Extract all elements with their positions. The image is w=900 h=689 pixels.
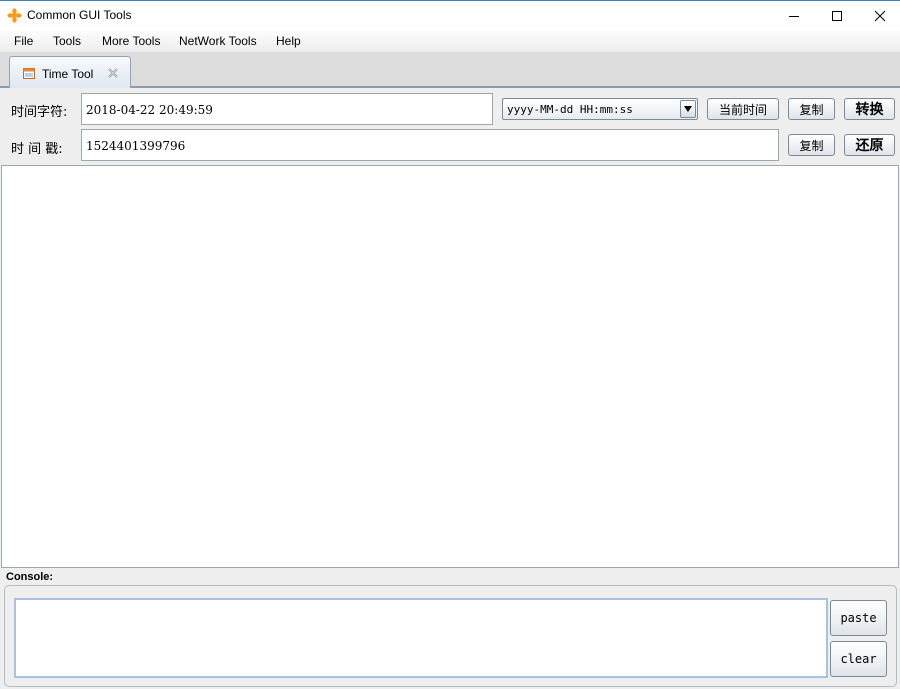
close-button[interactable] — [858, 1, 900, 31]
title-bar: Common GUI Tools — [0, 1, 900, 31]
window-title: Common GUI Tools — [27, 8, 132, 22]
menu-network-tools[interactable]: NetWork Tools — [179, 34, 257, 48]
output-text-area[interactable] — [1, 165, 899, 568]
tab-label: Time Tool — [42, 67, 94, 81]
restore-button[interactable]: 还原 — [844, 134, 895, 156]
maximize-button[interactable] — [815, 1, 859, 31]
app-window: Common GUI Tools File Tools More Tools N… — [0, 0, 900, 689]
console-label: Console: — [6, 571, 54, 583]
convert-button[interactable]: 转换 — [844, 98, 895, 120]
format-select[interactable]: yyyy-MM-dd HH:mm:ss — [502, 98, 698, 120]
calendar-icon — [23, 68, 35, 79]
copy-time-string-button[interactable]: 复制 — [788, 98, 835, 120]
orange-asterisk-icon — [7, 8, 22, 23]
copy-timestamp-button[interactable]: 复制 — [788, 134, 835, 156]
time-string-input[interactable]: 2018-04-22 20:49:59 — [81, 93, 493, 125]
clear-button[interactable]: clear — [830, 641, 887, 677]
tab-strip: Time Tool — [0, 52, 900, 88]
menu-tools[interactable]: Tools — [53, 34, 81, 48]
maximize-icon — [832, 11, 842, 21]
minimize-icon — [789, 16, 799, 17]
timestamp-input[interactable]: 1524401399796 — [81, 129, 779, 161]
close-icon — [874, 10, 886, 22]
tab-close-icon[interactable] — [106, 66, 120, 80]
menu-file[interactable]: File — [14, 34, 33, 48]
menu-bar: File Tools More Tools NetWork Tools Help — [0, 31, 900, 52]
menu-more-tools[interactable]: More Tools — [102, 34, 160, 48]
tab-time-tool[interactable]: Time Tool — [9, 56, 131, 88]
console-text-area[interactable] — [14, 598, 828, 678]
chevron-down-icon — [684, 106, 692, 112]
timestamp-label: 时 间 戳: — [11, 142, 63, 157]
menu-help[interactable]: Help — [276, 34, 301, 48]
time-string-label: 时间字符: — [11, 105, 68, 120]
paste-button[interactable]: paste — [830, 600, 887, 636]
dropdown-arrow-button[interactable] — [680, 100, 696, 118]
format-select-value: yyyy-MM-dd HH:mm:ss — [507, 103, 633, 116]
current-time-button[interactable]: 当前时间 — [707, 98, 779, 120]
minimize-button[interactable] — [772, 1, 816, 31]
